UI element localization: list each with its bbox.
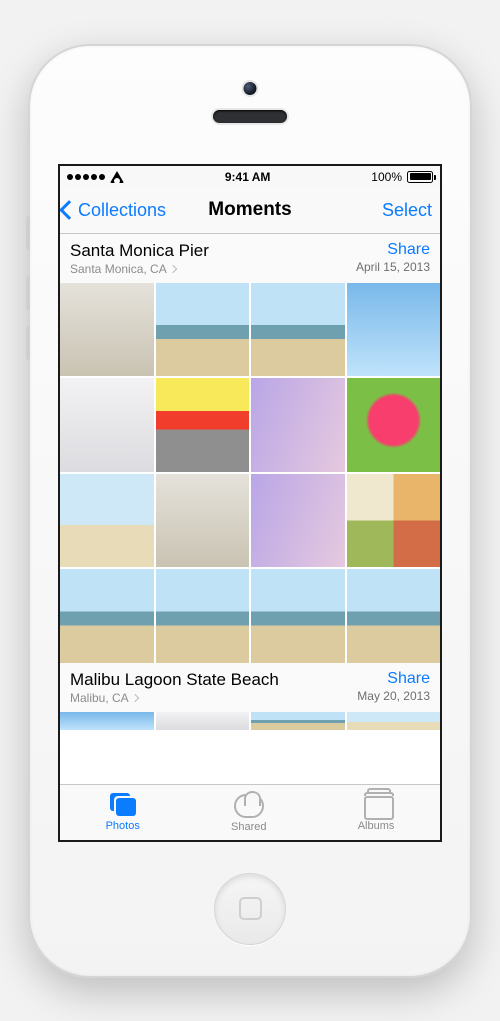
photo-thumbnail[interactable] xyxy=(251,283,345,377)
chevron-right-icon xyxy=(168,264,176,272)
photos-icon xyxy=(108,793,138,817)
photo-thumbnail[interactable] xyxy=(347,474,441,568)
photo-thumbnail[interactable] xyxy=(251,712,345,730)
content-scroll[interactable]: Santa Monica Pier Santa Monica, CA Share… xyxy=(60,234,440,784)
back-button[interactable]: Collections xyxy=(62,200,166,221)
chevron-left-icon xyxy=(59,200,79,220)
photo-thumbnail[interactable] xyxy=(60,283,154,377)
photo-thumbnail[interactable] xyxy=(60,569,154,663)
photo-grid xyxy=(60,283,440,663)
wifi-icon xyxy=(110,171,124,183)
device-top xyxy=(30,46,470,164)
photo-thumbnail[interactable] xyxy=(60,378,154,472)
device-bottom xyxy=(214,842,286,976)
photo-grid xyxy=(60,712,440,730)
photo-thumbnail[interactable] xyxy=(156,712,250,730)
status-time: 9:41 AM xyxy=(225,170,271,184)
photo-thumbnail[interactable] xyxy=(156,569,250,663)
albums-icon xyxy=(364,796,394,820)
battery-icon xyxy=(407,171,433,183)
moment-subtitle: Santa Monica, CA xyxy=(70,262,167,276)
photo-thumbnail[interactable] xyxy=(347,378,441,472)
tab-label: Shared xyxy=(231,821,266,833)
tab-shared[interactable]: Shared xyxy=(231,791,266,833)
share-button[interactable]: Share xyxy=(357,670,430,688)
photo-thumbnail[interactable] xyxy=(156,378,250,472)
navigation-bar: Collections Moments Select xyxy=(60,188,440,234)
moment-header[interactable]: Malibu Lagoon State Beach Malibu, CA Sha… xyxy=(60,663,440,712)
screen: 9:41 AM 100% Collections Moments Select … xyxy=(58,164,442,842)
moment-header[interactable]: Santa Monica Pier Santa Monica, CA Share… xyxy=(60,234,440,283)
photo-thumbnail[interactable] xyxy=(251,569,345,663)
tab-label: Photos xyxy=(106,820,140,832)
photo-thumbnail[interactable] xyxy=(60,474,154,568)
moment-subtitle: Malibu, CA xyxy=(70,691,129,705)
moment-date: May 20, 2013 xyxy=(357,689,430,703)
tab-photos[interactable]: Photos xyxy=(106,793,140,832)
moment-title: Santa Monica Pier xyxy=(70,241,209,261)
moment-date: April 15, 2013 xyxy=(356,260,430,274)
iphone-device-frame: 9:41 AM 100% Collections Moments Select … xyxy=(28,44,472,978)
select-button[interactable]: Select xyxy=(382,200,432,221)
photo-thumbnail[interactable] xyxy=(251,474,345,568)
tab-albums[interactable]: Albums xyxy=(358,793,395,832)
photo-thumbnail[interactable] xyxy=(60,712,154,730)
tab-label: Albums xyxy=(358,820,395,832)
status-bar: 9:41 AM 100% xyxy=(60,166,440,188)
photo-thumbnail[interactable] xyxy=(347,283,441,377)
home-square-icon xyxy=(239,897,262,920)
earpiece-speaker-icon xyxy=(213,110,287,123)
moment-title: Malibu Lagoon State Beach xyxy=(70,670,279,690)
signal-strength-icon xyxy=(67,174,105,180)
tab-bar: Photos Shared Albums xyxy=(60,784,440,840)
photo-thumbnail[interactable] xyxy=(156,283,250,377)
battery-percentage: 100% xyxy=(371,170,402,184)
photo-thumbnail[interactable] xyxy=(251,378,345,472)
home-button[interactable] xyxy=(214,873,286,945)
front-camera-icon xyxy=(244,82,257,95)
chevron-right-icon xyxy=(130,693,138,701)
photo-thumbnail[interactable] xyxy=(347,569,441,663)
share-button[interactable]: Share xyxy=(356,241,430,259)
photo-thumbnail[interactable] xyxy=(156,474,250,568)
cloud-icon xyxy=(234,794,264,818)
back-label: Collections xyxy=(78,200,166,221)
photo-thumbnail[interactable] xyxy=(347,712,441,730)
